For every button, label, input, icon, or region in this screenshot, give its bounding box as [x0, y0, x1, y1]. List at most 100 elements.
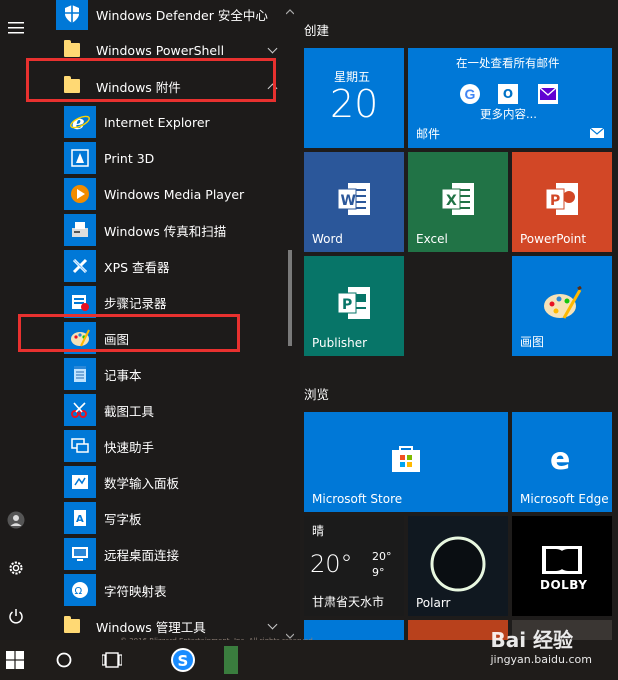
app-item-math-input-panel[interactable]: 数学输入面板	[32, 464, 300, 500]
tile-label: 画图	[520, 335, 545, 349]
remote-desktop-icon	[64, 538, 96, 570]
app-label: 写字板	[104, 511, 142, 527]
app-label: 数学输入面板	[104, 475, 180, 491]
xps-viewer-icon	[64, 250, 96, 282]
app-item-remote-desktop[interactable]: 远程桌面连接	[32, 536, 300, 572]
notepad-icon	[64, 358, 96, 390]
app-label: Windows 传真和扫描	[104, 223, 227, 239]
app-label: 字符映射表	[104, 583, 167, 599]
app-item-quick-assist[interactable]: 快速助手	[32, 428, 300, 464]
tile-label: PowerPoint	[520, 232, 587, 246]
app-item-xps-viewer[interactable]: XPS 查看器	[32, 248, 300, 284]
svg-text:P: P	[342, 297, 352, 313]
svg-text:S: S	[178, 652, 189, 670]
envelope-icon	[589, 126, 605, 141]
google-icon: G	[460, 84, 480, 104]
excel-icon: X	[441, 183, 474, 215]
dolby-wordmark: DOLBY	[540, 578, 588, 592]
calendar-date: 20	[330, 82, 379, 126]
tile-label: Publisher	[312, 336, 368, 350]
mail-promo-text: 在一处查看所有邮件	[456, 56, 560, 70]
gear-icon[interactable]	[0, 550, 32, 586]
tile-label: Microsoft Store	[312, 492, 403, 506]
app-item-windows-media-player[interactable]: Windows Media Player	[32, 176, 300, 212]
group-title-create[interactable]: 创建	[304, 20, 329, 39]
edge-icon: e	[550, 442, 570, 474]
chevron-down-icon	[267, 619, 278, 630]
app-label: Print 3D	[104, 150, 155, 166]
scroll-up-arrow-icon[interactable]	[285, 4, 295, 15]
math-input-icon	[64, 466, 96, 498]
svg-text:e: e	[72, 111, 85, 133]
cortana-search-icon[interactable]	[56, 652, 72, 671]
app-label: 记事本	[104, 367, 142, 383]
app-item-internet-explorer[interactable]: e Internet Explorer	[32, 104, 300, 140]
internet-explorer-icon: e	[64, 106, 96, 138]
baidu-jingyan-watermark: Bai 经验 jingyan.baidu.com	[490, 624, 592, 666]
hamburger-menu-icon[interactable]	[0, 10, 32, 46]
scrollbar-thumb[interactable]	[288, 250, 292, 346]
windows-start-icon[interactable]	[6, 651, 24, 672]
svg-text:Ω: Ω	[75, 586, 83, 597]
store-bag-icon	[392, 446, 420, 472]
paint-palette-icon	[544, 286, 582, 319]
weather-current-temp: 20°	[310, 550, 353, 578]
shield-icon	[56, 0, 88, 30]
app-item-windows-defender[interactable]: Windows Defender 安全中心	[32, 0, 300, 32]
group-title-browse[interactable]: 浏览	[304, 384, 329, 403]
wordpad-icon: A	[64, 502, 96, 534]
power-icon[interactable]	[0, 598, 32, 634]
dolby-logo-icon	[542, 546, 582, 574]
app-item-fax-and-scan[interactable]: Windows 传真和扫描	[32, 212, 300, 248]
app-label: Windows Media Player	[104, 186, 245, 202]
character-map-icon: Ω	[64, 574, 96, 606]
task-view-icon[interactable]	[101, 652, 123, 671]
tile-word[interactable]: W Word	[304, 152, 404, 252]
tile-label: 邮件	[416, 127, 441, 141]
publisher-icon: P	[337, 287, 370, 319]
app-item-admin-tools-folder[interactable]: Windows 管理工具	[32, 608, 300, 640]
tile-mail[interactable]: 在一处查看所有邮件 G O 更多内容... 邮件	[408, 48, 612, 148]
highlight-box-accessories	[26, 58, 276, 102]
app-item-print-3d[interactable]: Print 3D	[32, 140, 300, 176]
tile-label: Microsoft Edge	[520, 492, 609, 506]
polarr-ring-icon	[430, 536, 486, 592]
svg-text:A: A	[76, 514, 84, 525]
media-player-icon	[64, 178, 96, 210]
svg-text:P: P	[550, 193, 560, 209]
scroll-down-arrow-icon[interactable]	[285, 628, 295, 639]
app-label: 快速助手	[104, 439, 155, 455]
app-label: 远程桌面连接	[104, 547, 180, 563]
tile-microsoft-store[interactable]: Microsoft Store	[304, 412, 508, 512]
tile-paint[interactable]: 画图	[512, 256, 612, 356]
word-icon: W	[337, 183, 370, 215]
svg-text:e: e	[550, 442, 570, 474]
app-item-notepad[interactable]: 记事本	[32, 356, 300, 392]
folder-icon	[56, 610, 88, 640]
pinned-app-icon[interactable]	[222, 646, 240, 677]
app-item-snipping-tool[interactable]: 截图工具	[32, 392, 300, 428]
weather-low-temp: 9°	[372, 566, 385, 579]
tile-weather[interactable]: 晴 20° 20° 9° 甘肃省天水市	[304, 516, 404, 616]
tile-excel[interactable]: X Excel	[408, 152, 508, 252]
user-icon[interactable]	[0, 502, 32, 538]
tile-label: Word	[312, 232, 343, 246]
watermark-url: jingyan.baidu.com	[490, 653, 592, 666]
chevron-down-icon	[267, 43, 278, 54]
app-label: XPS 查看器	[104, 259, 170, 275]
tile-publisher[interactable]: P Publisher	[304, 256, 404, 356]
highlight-box-paint	[18, 314, 240, 352]
quick-assist-icon	[64, 430, 96, 462]
tile-calendar[interactable]: 星期五 20	[304, 48, 404, 148]
mail-more-text: 更多内容...	[480, 107, 537, 121]
app-label: 步骤记录器	[104, 295, 167, 311]
print-3d-icon	[64, 142, 96, 174]
app-item-wordpad[interactable]: A 写字板	[32, 500, 300, 536]
tile-partial-1[interactable]	[304, 620, 404, 640]
app-item-character-map[interactable]: Ω 字符映射表	[32, 572, 300, 608]
tile-microsoft-edge[interactable]: e Microsoft Edge	[512, 412, 612, 512]
tile-powerpoint[interactable]: P PowerPoint	[512, 152, 612, 252]
tile-polarr[interactable]: Polarr	[408, 516, 508, 616]
sogou-browser-icon[interactable]: S	[170, 647, 196, 676]
tile-dolby[interactable]: DOLBY	[512, 516, 612, 616]
